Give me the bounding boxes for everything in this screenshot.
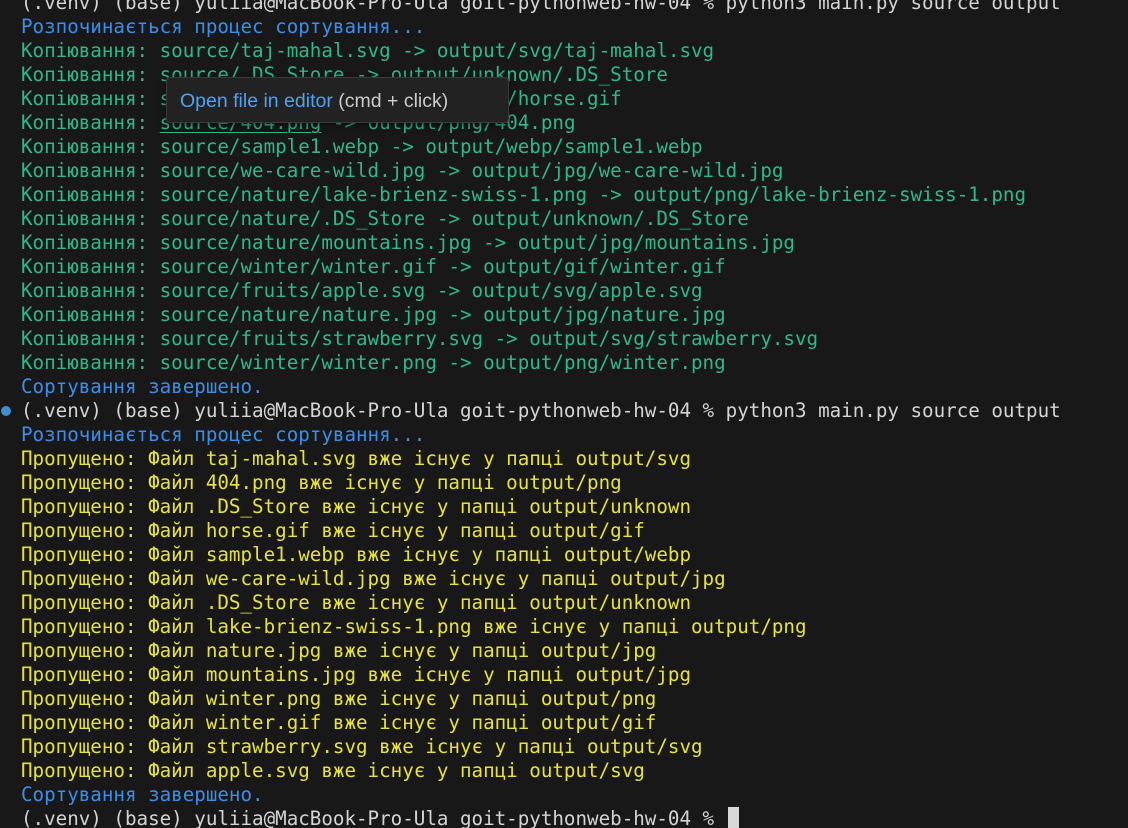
- terminal-output: (.venv) (base) yuliia@MacBook-Pro-Ula go…: [0, 0, 1128, 828]
- shell-prompt-command: (.venv) (base) yuliia@MacBook-Pro-Ula go…: [21, 0, 1061, 14]
- skip-message: Пропущено: Файл 404.png вже існує у папц…: [21, 471, 622, 494]
- copy-path[interactable]: source/winter/winter.png -> output/png/w…: [160, 351, 726, 374]
- terminal-line: Пропущено: Файл .DS_Store вже існує у па…: [0, 591, 1128, 615]
- terminal-line: Розпочинається процес сортування...: [0, 15, 1128, 39]
- terminal-line: Пропущено: Файл we-care-wild.jpg вже існ…: [0, 567, 1128, 591]
- terminal-line: Копіювання: source/sample1.webp -> outpu…: [0, 135, 1128, 159]
- terminal-line: Пропущено: Файл sample1.webp вже існує у…: [0, 543, 1128, 567]
- shell-prompt-command: (.venv) (base) yuliia@MacBook-Pro-Ula go…: [21, 807, 726, 828]
- copy-label: Копіювання:: [21, 111, 160, 134]
- copy-path[interactable]: source/nature/mountains.jpg -> output/jp…: [160, 231, 795, 254]
- shell-prompt-command: (.venv) (base) yuliia@MacBook-Pro-Ula go…: [21, 399, 1061, 422]
- skip-message: Пропущено: Файл mountains.jpg вже існує …: [21, 663, 692, 686]
- status-message: Сортування завершено.: [21, 375, 264, 398]
- copy-label: Копіювання:: [21, 63, 160, 86]
- terminal-line: Копіювання: source/fruits/strawberry.svg…: [0, 327, 1128, 351]
- status-message: Розпочинається процес сортування...: [21, 15, 426, 38]
- copy-label: Копіювання:: [21, 87, 160, 110]
- terminal-line: Копіювання: source/fruits/apple.svg -> o…: [0, 279, 1128, 303]
- skip-message: Пропущено: Файл horse.gif вже існує у па…: [21, 519, 645, 542]
- copy-label: Копіювання:: [21, 327, 160, 350]
- terminal-line: Копіювання: source/taj-mahal.svg -> outp…: [0, 39, 1128, 63]
- copy-path[interactable]: source/fruits/apple.svg -> output/svg/ap…: [160, 279, 703, 302]
- terminal-line: Пропущено: Файл .DS_Store вже існує у па…: [0, 495, 1128, 519]
- terminal-line: Сортування завершено.: [0, 375, 1128, 399]
- copy-label: Копіювання:: [21, 255, 160, 278]
- terminal-line: Розпочинається процес сортування...: [0, 423, 1128, 447]
- terminal-line: Пропущено: Файл nature.jpg вже існує у п…: [0, 639, 1128, 663]
- skip-message: Пропущено: Файл nature.jpg вже існує у п…: [21, 639, 657, 662]
- terminal-line: Пропущено: Файл winter.gif вже існує у п…: [0, 711, 1128, 735]
- command-status-dot-icon[interactable]: [1, 406, 11, 416]
- copy-label: Копіювання:: [21, 303, 160, 326]
- terminal-line: Копіювання: source/nature/nature.jpg -> …: [0, 303, 1128, 327]
- skip-message: Пропущено: Файл winter.png вже існує у п…: [21, 687, 657, 710]
- terminal-line: Пропущено: Файл strawberry.svg вже існує…: [0, 735, 1128, 759]
- copy-label: Копіювання:: [21, 207, 160, 230]
- open-file-in-editor-link[interactable]: Open file in editor: [180, 90, 333, 112]
- copy-label: Копіювання:: [21, 159, 160, 182]
- terminal-line: Копіювання: source/winter/winter.gif -> …: [0, 255, 1128, 279]
- terminal-window[interactable]: (.venv) (base) yuliia@MacBook-Pro-Ula go…: [0, 0, 1128, 828]
- copy-label: Копіювання:: [21, 39, 160, 62]
- copy-path[interactable]: source/winter/winter.gif -> output/gif/w…: [160, 255, 726, 278]
- terminal-cursor: [727, 807, 739, 828]
- terminal-line: Копіювання: source/nature/mountains.jpg …: [0, 231, 1128, 255]
- terminal-line: Пропущено: Файл 404.png вже існує у папц…: [0, 471, 1128, 495]
- terminal-line: Пропущено: Файл mountains.jpg вже існує …: [0, 663, 1128, 687]
- copy-path[interactable]: source/fruits/strawberry.svg -> output/s…: [160, 327, 818, 350]
- copy-label: Копіювання:: [21, 135, 160, 158]
- skip-message: Пропущено: Файл .DS_Store вже існує у па…: [21, 591, 692, 614]
- terminal-line: Копіювання: source/nature/lake-brienz-sw…: [0, 183, 1128, 207]
- copy-path[interactable]: source/sample1.webp -> output/webp/sampl…: [160, 135, 703, 158]
- skip-message: Пропущено: Файл sample1.webp вже існує у…: [21, 543, 692, 566]
- skip-message: Пропущено: Файл .DS_Store вже існує у па…: [21, 495, 692, 518]
- copy-path[interactable]: source/nature/nature.jpg -> output/jpg/n…: [160, 303, 726, 326]
- terminal-line: Копіювання: source/we-care-wild.jpg -> o…: [0, 159, 1128, 183]
- terminal-line: Пропущено: Файл winter.png вже існує у п…: [0, 687, 1128, 711]
- terminal-line: Сортування завершено.: [0, 783, 1128, 807]
- terminal-line: Копіювання: source/nature/.DS_Store -> o…: [0, 207, 1128, 231]
- terminal-line: Пропущено: Файл taj-mahal.svg вже існує …: [0, 447, 1128, 471]
- skip-message: Пропущено: Файл strawberry.svg вже існує…: [21, 735, 703, 758]
- skip-message: Пропущено: Файл lake-brienz-swiss-1.png …: [21, 615, 807, 638]
- copy-path[interactable]: source/taj-mahal.svg -> output/svg/taj-m…: [160, 39, 715, 62]
- skip-message: Пропущено: Файл apple.svg вже існує у па…: [21, 759, 645, 782]
- copy-label: Копіювання:: [21, 351, 160, 374]
- skip-message: Пропущено: Файл we-care-wild.jpg вже існ…: [21, 567, 726, 590]
- skip-message: Пропущено: Файл winter.gif вже існує у п…: [21, 711, 657, 734]
- terminal-line: Пропущено: Файл apple.svg вже існує у па…: [0, 759, 1128, 783]
- copy-path[interactable]: source/we-care-wild.jpg -> output/jpg/we…: [160, 159, 784, 182]
- copy-label: Копіювання:: [21, 183, 160, 206]
- terminal-line: (.venv) (base) yuliia@MacBook-Pro-Ula go…: [0, 807, 1128, 828]
- terminal-line: Пропущено: Файл horse.gif вже існує у па…: [0, 519, 1128, 543]
- terminal-line: Копіювання: source/winter/winter.png -> …: [0, 351, 1128, 375]
- copy-label: Копіювання:: [21, 279, 160, 302]
- terminal-line: Пропущено: Файл lake-brienz-swiss-1.png …: [0, 615, 1128, 639]
- skip-message: Пропущено: Файл taj-mahal.svg вже існує …: [21, 447, 692, 470]
- tooltip-shortcut-hint: (cmd + click): [332, 90, 449, 112]
- copy-label: Копіювання:: [21, 231, 160, 254]
- terminal-line: (.venv) (base) yuliia@MacBook-Pro-Ula go…: [0, 0, 1128, 15]
- copy-path[interactable]: source/nature/.DS_Store -> output/unknow…: [160, 207, 749, 230]
- terminal-line: (.venv) (base) yuliia@MacBook-Pro-Ula go…: [0, 399, 1128, 423]
- status-message: Розпочинається процес сортування...: [21, 423, 426, 446]
- status-message: Сортування завершено.: [21, 783, 264, 806]
- open-file-tooltip: Open file in editor (cmd + click): [166, 77, 509, 123]
- copy-path[interactable]: source/nature/lake-brienz-swiss-1.png ->…: [160, 183, 1026, 206]
